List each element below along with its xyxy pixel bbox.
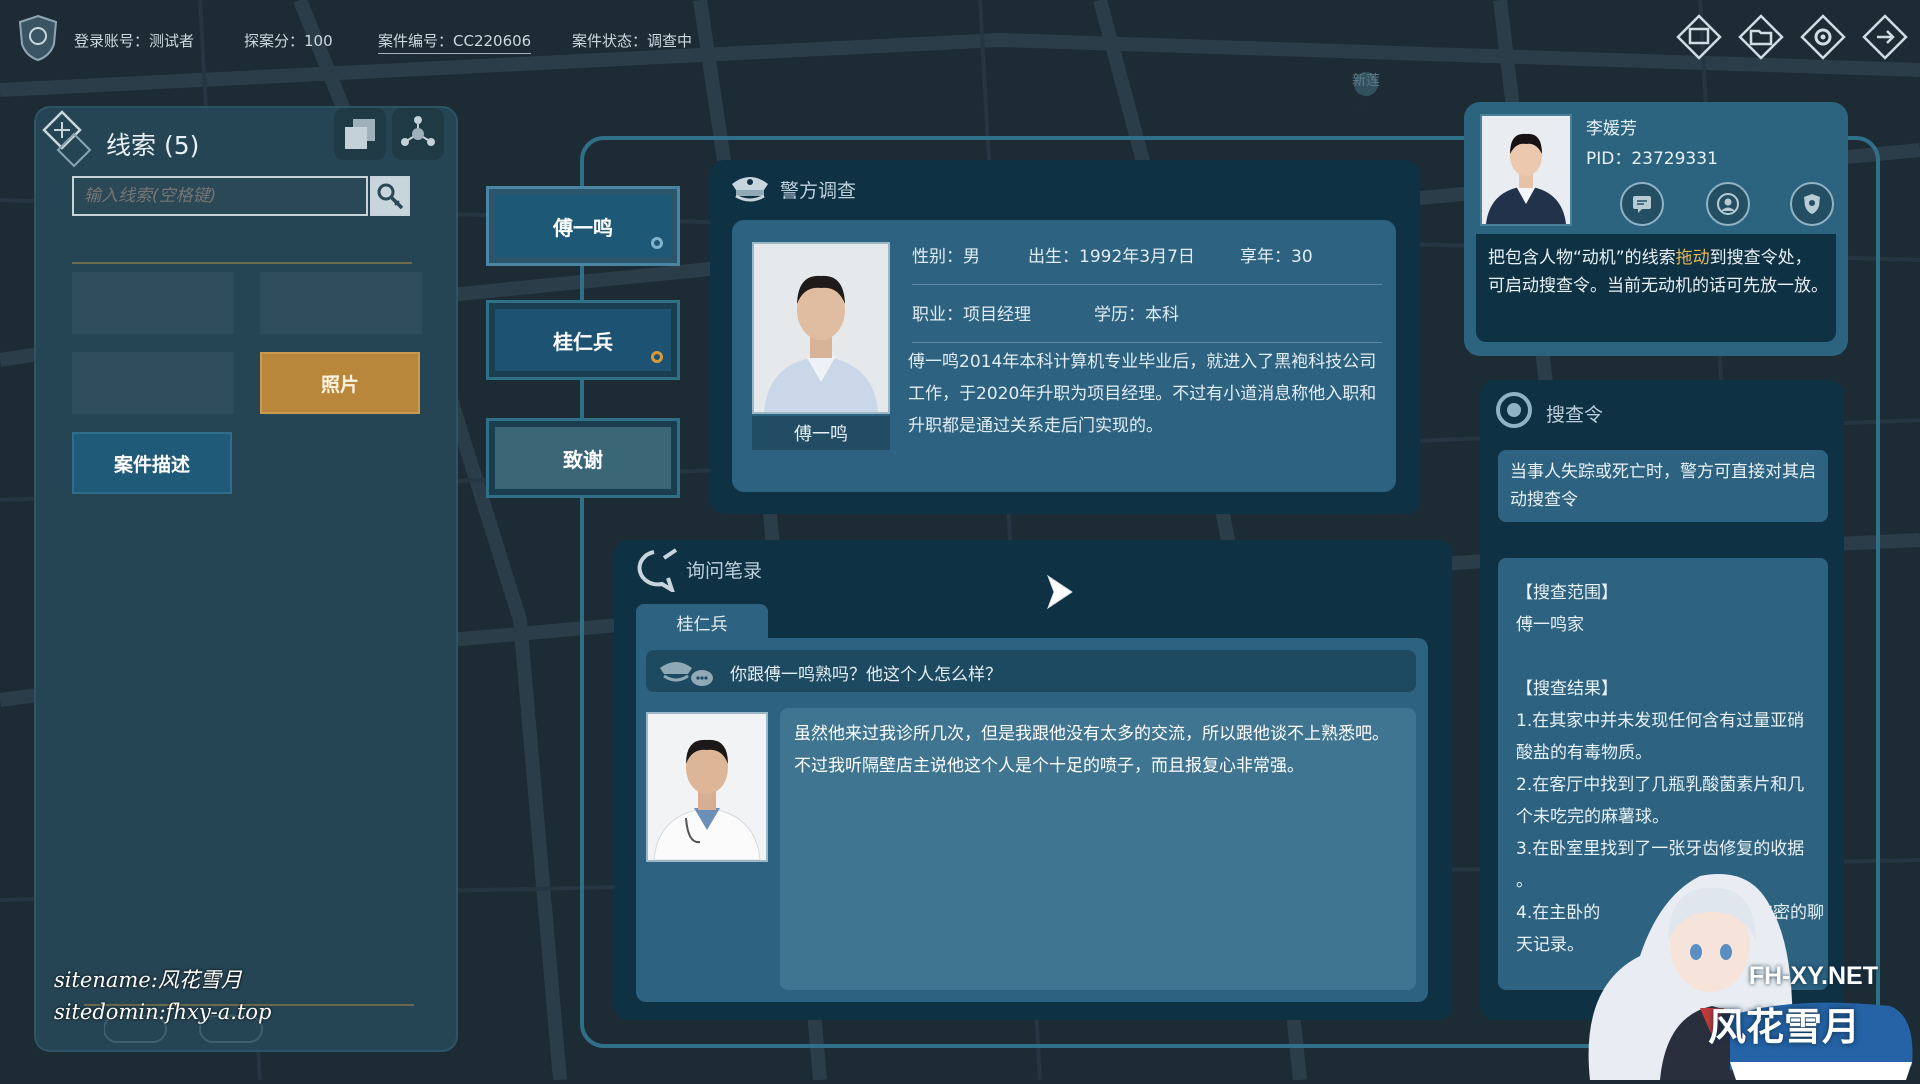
status-dot-icon	[651, 237, 663, 249]
witness-portrait	[646, 712, 768, 862]
case-score: 探案分：100	[244, 32, 333, 50]
chat-icon	[1633, 196, 1651, 213]
exit-icon	[1862, 14, 1908, 60]
clue-search-button[interactable]	[370, 176, 410, 216]
exit-button[interactable]	[1860, 12, 1910, 62]
search-icon	[377, 183, 404, 210]
suspect-tab-label: 傅一鸣	[553, 215, 613, 240]
officer-tip-text: 把包含人物“动机”的线索拖动到搜查令处，可启动搜查令。当前无动机的话可先放一放。	[1488, 244, 1828, 300]
search-warrant-title: 搜查令	[1546, 404, 1604, 426]
interview-bubble-icon	[637, 548, 678, 592]
stack-view-button[interactable]	[334, 108, 386, 160]
clue-logo-icon	[42, 110, 92, 168]
warrant-note-text: 当事人失踪或死亡时，警方可直接对其启动搜查令	[1510, 462, 1816, 510]
officer-pid: PID：23729331	[1586, 149, 1718, 169]
interview-question: 你跟傅一鸣熟吗？他这个人怎么样？	[646, 650, 1416, 692]
login-account: 登录账号：测试者	[74, 32, 195, 50]
officer-tip: 把包含人物“动机”的线索拖动到搜查令处，可启动搜查令。当前无动机的话可先放一放。	[1476, 234, 1836, 342]
interview-record-panel: 询问笔录 桂仁兵 你跟傅一鸣熟吗？他这个人怎么样？ 虽然他来过我诊所几次，但是我…	[614, 540, 1452, 1020]
case-description-button[interactable]: 案件描述	[72, 432, 232, 494]
doctor-portrait-icon	[648, 714, 766, 860]
warrant-line: 【搜查范围】	[1516, 583, 1618, 603]
interview-answer: 虽然他来过我诊所几次，但是我跟他没有太多的交流，所以跟他谈不上熟悉吧。不过我听隔…	[780, 708, 1416, 990]
police-cap-icon	[732, 177, 768, 202]
warrant-line: 酸盐的有毒物质。	[1516, 743, 1652, 763]
clue-divider	[72, 262, 412, 264]
case-number[interactable]: 案件编号：CC220606	[378, 30, 532, 54]
victim-age: 享年：30	[1240, 247, 1313, 267]
interview-body: 你跟傅一鸣熟吗？他这个人怎么样？ 虽然他来过我诊所几次，但是我跟他没有太多的交流…	[636, 638, 1428, 1002]
victim-name-plate: 傅一鸣	[752, 416, 890, 450]
police-badge-icon	[18, 14, 58, 62]
clue-slot-empty[interactable]	[72, 352, 234, 414]
clue-photo-button[interactable]: 照片	[260, 352, 420, 414]
policewoman-portrait-icon	[1482, 116, 1570, 224]
mascot-watermark: FH-XY.NET 风花雪月	[1550, 866, 1920, 1080]
suspect-tab-thanks[interactable]: 致谢	[486, 418, 680, 498]
watermark-sitename: sitename:风花雪月	[54, 968, 242, 992]
victim-job: 职业：项目经理	[912, 305, 1031, 325]
info-divider	[912, 284, 1382, 285]
archive-button[interactable]	[1674, 12, 1724, 62]
officer-speech-icon	[660, 662, 713, 686]
officer-name: 李媛芳	[1586, 119, 1637, 139]
police-investigation-title: 警方调查	[780, 180, 857, 202]
network-view-button[interactable]	[392, 108, 444, 160]
warrant-target-icon	[1496, 392, 1532, 428]
folder-icon	[1738, 14, 1784, 60]
mascot-brand-en: FH-XY.NET	[1748, 962, 1878, 990]
watermark-sitedomain: sitedomin:fhxy-a.top	[54, 1000, 272, 1024]
clue-slot-empty[interactable]	[260, 272, 422, 334]
stack-icon	[345, 119, 375, 149]
officer-tip-part: 把包含人物“动机”的线索	[1488, 248, 1676, 268]
officer-portrait	[1480, 114, 1572, 226]
officer-tip-highlight: 拖动	[1675, 248, 1710, 268]
mascot-brand-cn: 风花雪月	[1707, 1005, 1860, 1049]
suspect-tab-label: 致谢	[563, 447, 603, 472]
case-status: 案件状态：调查中	[572, 32, 693, 50]
warrant-line: 1.在其家中并未发现任何含有过量亚硝	[1516, 711, 1805, 731]
top-bar: 登录账号：测试者 探案分：100 案件编号：CC220606 案件状态：调查中	[0, 0, 1920, 80]
police-investigation-panel: 警方调查 傅一鸣 性别：男 出生：1992年3月7日 享年：30 职业：项目经理…	[710, 160, 1420, 514]
suspect-tab-label: 桂仁兵	[553, 329, 613, 354]
warrant-line: 。	[1516, 871, 1533, 891]
officer-badge-button[interactable]	[1790, 182, 1834, 226]
user-icon	[1717, 193, 1739, 215]
clue-panel-title: 线索 (5)	[106, 131, 200, 160]
clue-slot-empty[interactable]	[72, 272, 234, 334]
clue-search-input[interactable]	[72, 176, 368, 216]
victim-education: 学历：本科	[1094, 305, 1179, 325]
victim-gender: 性别：男	[912, 247, 980, 267]
shield-icon	[1804, 194, 1820, 214]
info-divider	[912, 342, 1382, 343]
warrant-line: 【搜查结果】	[1516, 679, 1618, 699]
gear-icon	[1800, 14, 1846, 60]
warrant-line: 个未吃完的麻薯球。	[1516, 807, 1669, 827]
victim-birth: 出生：1992年3月7日	[1028, 247, 1195, 267]
status-dot-icon	[651, 351, 663, 363]
interview-record-title: 询问笔录	[686, 560, 763, 582]
interview-tab-gui-renbing[interactable]: 桂仁兵	[636, 604, 768, 640]
victim-bio: 傅一鸣2014年本科计算机专业毕业后，就进入了黑袍科技公司工作，于2020年升职…	[908, 352, 1377, 436]
officer-chat-button[interactable]	[1620, 182, 1664, 226]
warrant-line: 2.在客厅中找到了几瓶乳酸菌素片和几	[1516, 775, 1805, 795]
warrant-line: 傅一鸣家	[1516, 615, 1584, 635]
mouse-cursor-icon	[1046, 574, 1073, 610]
suspect-tab-gui-renbing[interactable]: 桂仁兵	[486, 300, 680, 380]
settings-button[interactable]	[1798, 12, 1848, 62]
warrant-note: 当事人失踪或死亡时，警方可直接对其启动搜查令	[1498, 450, 1828, 522]
officer-profile-button[interactable]	[1706, 182, 1750, 226]
suspect-tab-fu-yiming[interactable]: 傅一鸣	[486, 186, 680, 266]
interview-answer-text: 虽然他来过我诊所几次，但是我跟他没有太多的交流，所以跟他谈不上熟悉吧。不过我听隔…	[794, 724, 1389, 776]
victim-portrait	[752, 242, 890, 414]
interview-question-text: 你跟傅一鸣熟吗？他这个人怎么样？	[730, 665, 1002, 685]
network-icon	[401, 116, 435, 146]
officer-card: 李媛芳 PID：23729331 把包含人物“动机”的线索拖动到搜查令处，可启动…	[1464, 102, 1848, 356]
clue-panel: 线索 (5) 照片 案件描述	[34, 106, 458, 1052]
archive-icon	[1676, 14, 1722, 60]
man-portrait-icon	[754, 244, 888, 412]
warrant-line: 3.在卧室里找到了一张牙齿修复的收据	[1516, 839, 1805, 859]
victim-profile-card: 傅一鸣 性别：男 出生：1992年3月7日 享年：30 职业：项目经理 学历：本…	[732, 220, 1396, 492]
folder-button[interactable]	[1736, 12, 1786, 62]
